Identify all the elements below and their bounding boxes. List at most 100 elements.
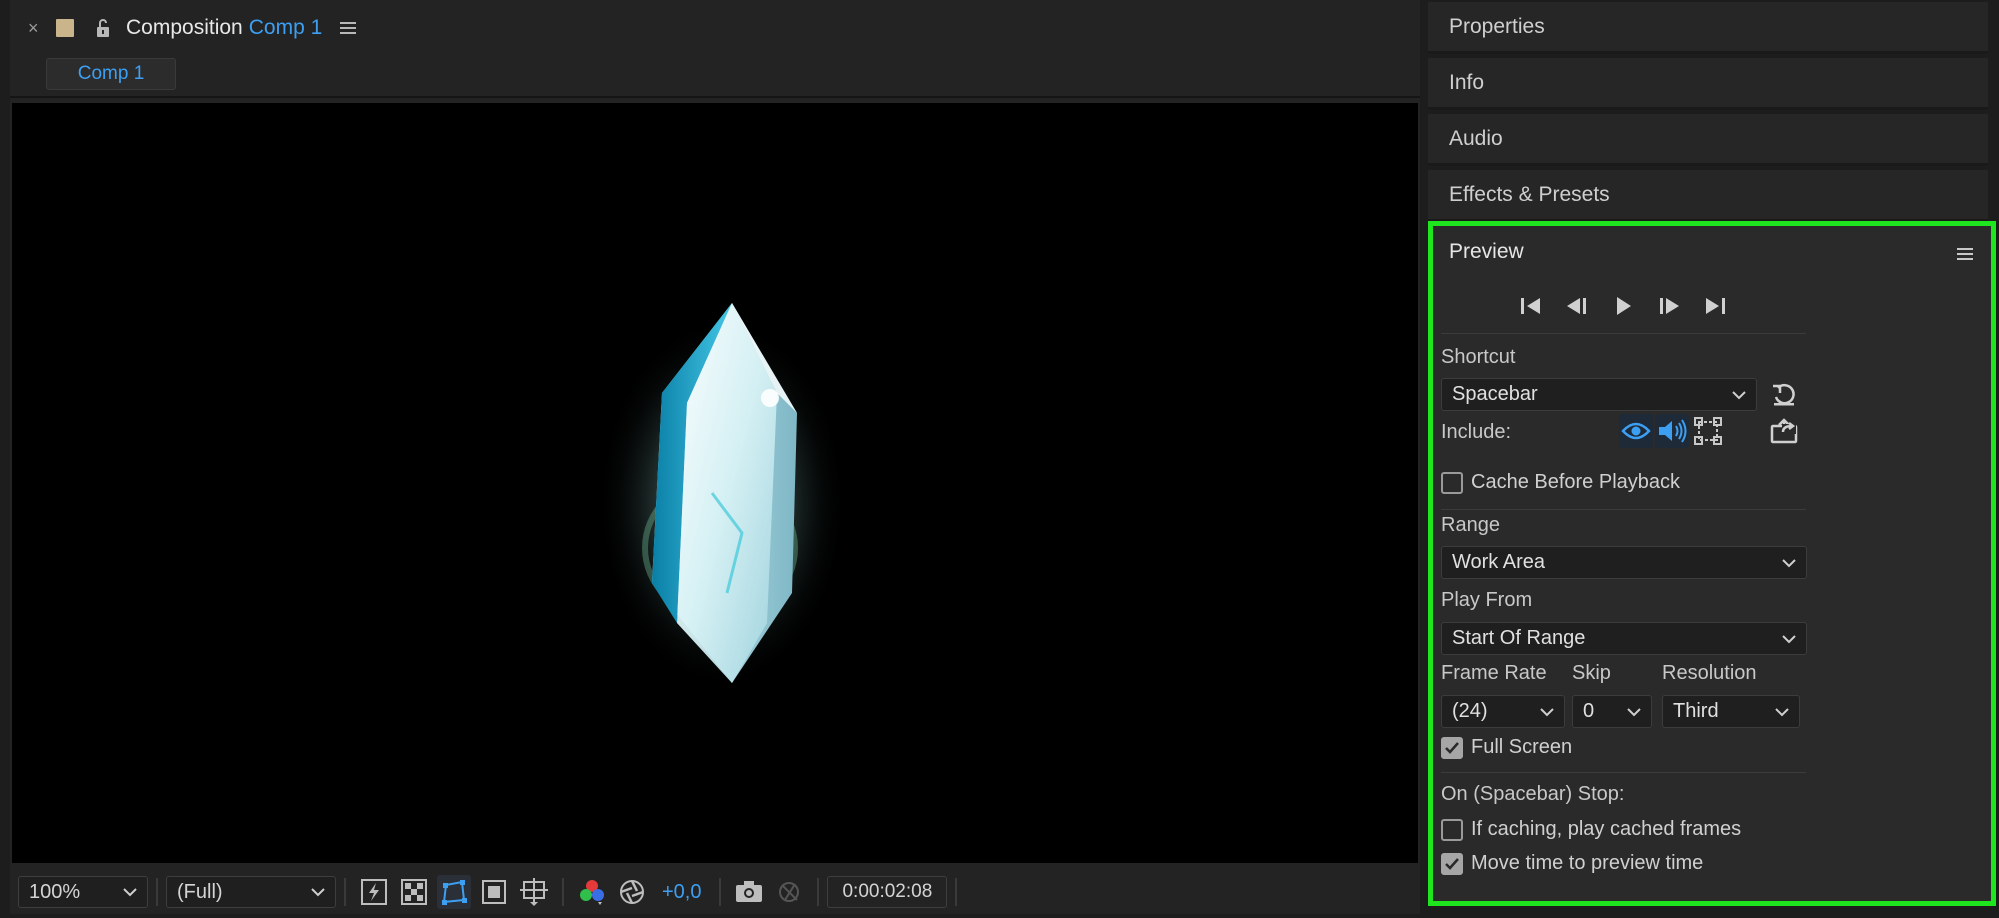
step-backward-icon [1567,298,1586,314]
shortcut-label: Shortcut [1441,346,1516,368]
preview-panel-title: Preview [1449,240,1524,263]
export-icon [1770,418,1798,444]
on-stop-label: On (Spacebar) Stop: [1441,783,1625,805]
play-from-dropdown[interactable]: Start Of Range [1441,622,1807,655]
composition-viewer[interactable] [12,103,1418,863]
mask-path-icon [442,880,467,905]
show-snapshot-icon [779,882,800,902]
composition-panel: × Composition Comp 1 Comp 1 100% (Full) … [10,0,1420,914]
skip-value: 0 [1583,700,1595,722]
properties-panel-header[interactable]: Properties [1428,2,1988,54]
grid-guides-button[interactable] [517,875,551,909]
close-panel-icon[interactable]: × [28,18,56,39]
checkmark-icon [1445,741,1459,754]
divider [817,878,820,906]
include-label: Include: [1441,421,1512,443]
chevron-down-icon [1627,707,1641,716]
full-screen-label: Full Screen [1471,736,1573,758]
info-panel-header[interactable]: Info [1428,58,1988,110]
include-audio-toggle[interactable] [1655,414,1689,448]
range-dropdown[interactable]: Work Area [1441,546,1807,579]
divider [156,878,158,906]
cache-before-playback-label: Cache Before Playback [1471,471,1681,493]
lock-icon[interactable] [94,18,112,38]
play-from-label: Play From [1441,589,1533,611]
show-snapshot-button[interactable] [772,875,806,909]
divider [562,878,564,906]
eye-icon [1621,422,1651,440]
checkbox-checked[interactable] [1441,736,1463,759]
speaker-icon [1659,419,1687,443]
current-time-display[interactable]: 0:00:02:08 [827,876,948,908]
play-icon [1617,297,1631,315]
fast-previews-button[interactable] [357,875,391,909]
cache-before-playback-checkbox[interactable]: Cache Before Playback [1441,471,1680,494]
full-screen-checkbox[interactable]: Full Screen [1441,736,1572,759]
grid-guides-icon [520,878,548,906]
resolution-dropdown[interactable]: (Full) [166,876,336,908]
include-video-toggle[interactable] [1619,414,1653,448]
skip-to-end-icon [1706,298,1725,314]
tab-comp-1[interactable]: Comp 1 [46,58,176,90]
reset-shortcut-button[interactable] [1767,378,1801,412]
divider [1441,772,1806,773]
checkbox-unchecked[interactable] [1441,471,1463,494]
chevron-down-icon [1775,707,1789,716]
move-time-checkbox[interactable]: Move time to preview time [1441,852,1703,875]
region-of-interest-icon [482,880,506,904]
right-panel-stack: Properties Info Audio Effects & Presets … [1428,0,1999,918]
shortcut-dropdown[interactable]: Spacebar [1441,378,1757,411]
composition-name[interactable]: Comp 1 [249,16,323,40]
if-caching-checkbox[interactable]: If caching, play cached frames [1441,818,1741,841]
region-of-interest-button[interactable] [477,875,511,909]
label-color-swatch[interactable] [56,19,74,37]
first-frame-button[interactable] [1513,292,1549,320]
mask-path-visibility-button[interactable] [437,875,471,909]
shortcut-value: Spacebar [1452,383,1538,405]
viewer-controls: 100% (Full) +0,0 0:00:02:08 [10,870,1420,914]
frame-rate-label: Frame Rate [1441,662,1547,684]
camera-icon [736,881,763,902]
rgb-channels-icon [580,880,604,905]
frame-rate-dropdown[interactable]: (24) [1441,695,1565,728]
reset-exposure-button[interactable] [615,875,649,909]
effects-presets-panel-header[interactable]: Effects & Presets [1428,170,1988,222]
chevron-down-icon [123,888,137,897]
divider [1441,509,1806,510]
magnification-value: 100% [29,880,81,903]
checkbox-checked[interactable] [1441,852,1463,875]
last-frame-button[interactable] [1697,292,1733,320]
frame-rate-value: (24) [1452,700,1488,722]
next-frame-button[interactable] [1651,292,1687,320]
resolution-value: (Full) [177,880,223,903]
preview-panel: Preview Shortcut Spacebar Include: Cache… [1428,221,1996,906]
include-overlay-toggle[interactable] [1691,414,1725,448]
chevron-down-icon [1732,390,1746,399]
transparency-grid-button[interactable] [397,875,431,909]
show-channel-button[interactable] [575,875,609,909]
crystal-artwork [597,303,847,688]
chevron-down-icon [1782,634,1796,643]
skip-dropdown[interactable]: 0 [1572,695,1652,728]
panel-menu-icon[interactable] [1957,247,1973,261]
preview-resolution-dropdown[interactable]: Third [1662,695,1800,728]
if-caching-label: If caching, play cached frames [1471,818,1742,840]
move-time-label: Move time to preview time [1471,852,1704,874]
divider [344,878,346,906]
divider [719,878,722,906]
audio-panel-header[interactable]: Audio [1428,114,1988,166]
previous-frame-button[interactable] [1559,292,1595,320]
composition-panel-header: × Composition Comp 1 [10,0,1420,56]
panel-menu-icon[interactable] [340,21,357,35]
magnification-dropdown[interactable]: 100% [18,876,148,908]
resolution-label: Resolution [1662,662,1757,684]
export-preview-button[interactable] [1767,414,1801,448]
exposure-value[interactable]: +0,0 [662,881,701,904]
chevron-down-icon [311,888,325,897]
play-stop-button[interactable] [1605,292,1641,320]
transport-controls [1513,292,1733,320]
reset-icon [1773,383,1795,406]
take-snapshot-button[interactable] [732,875,766,909]
checkbox-unchecked[interactable] [1441,818,1463,841]
panel-title: Composition [126,16,243,39]
